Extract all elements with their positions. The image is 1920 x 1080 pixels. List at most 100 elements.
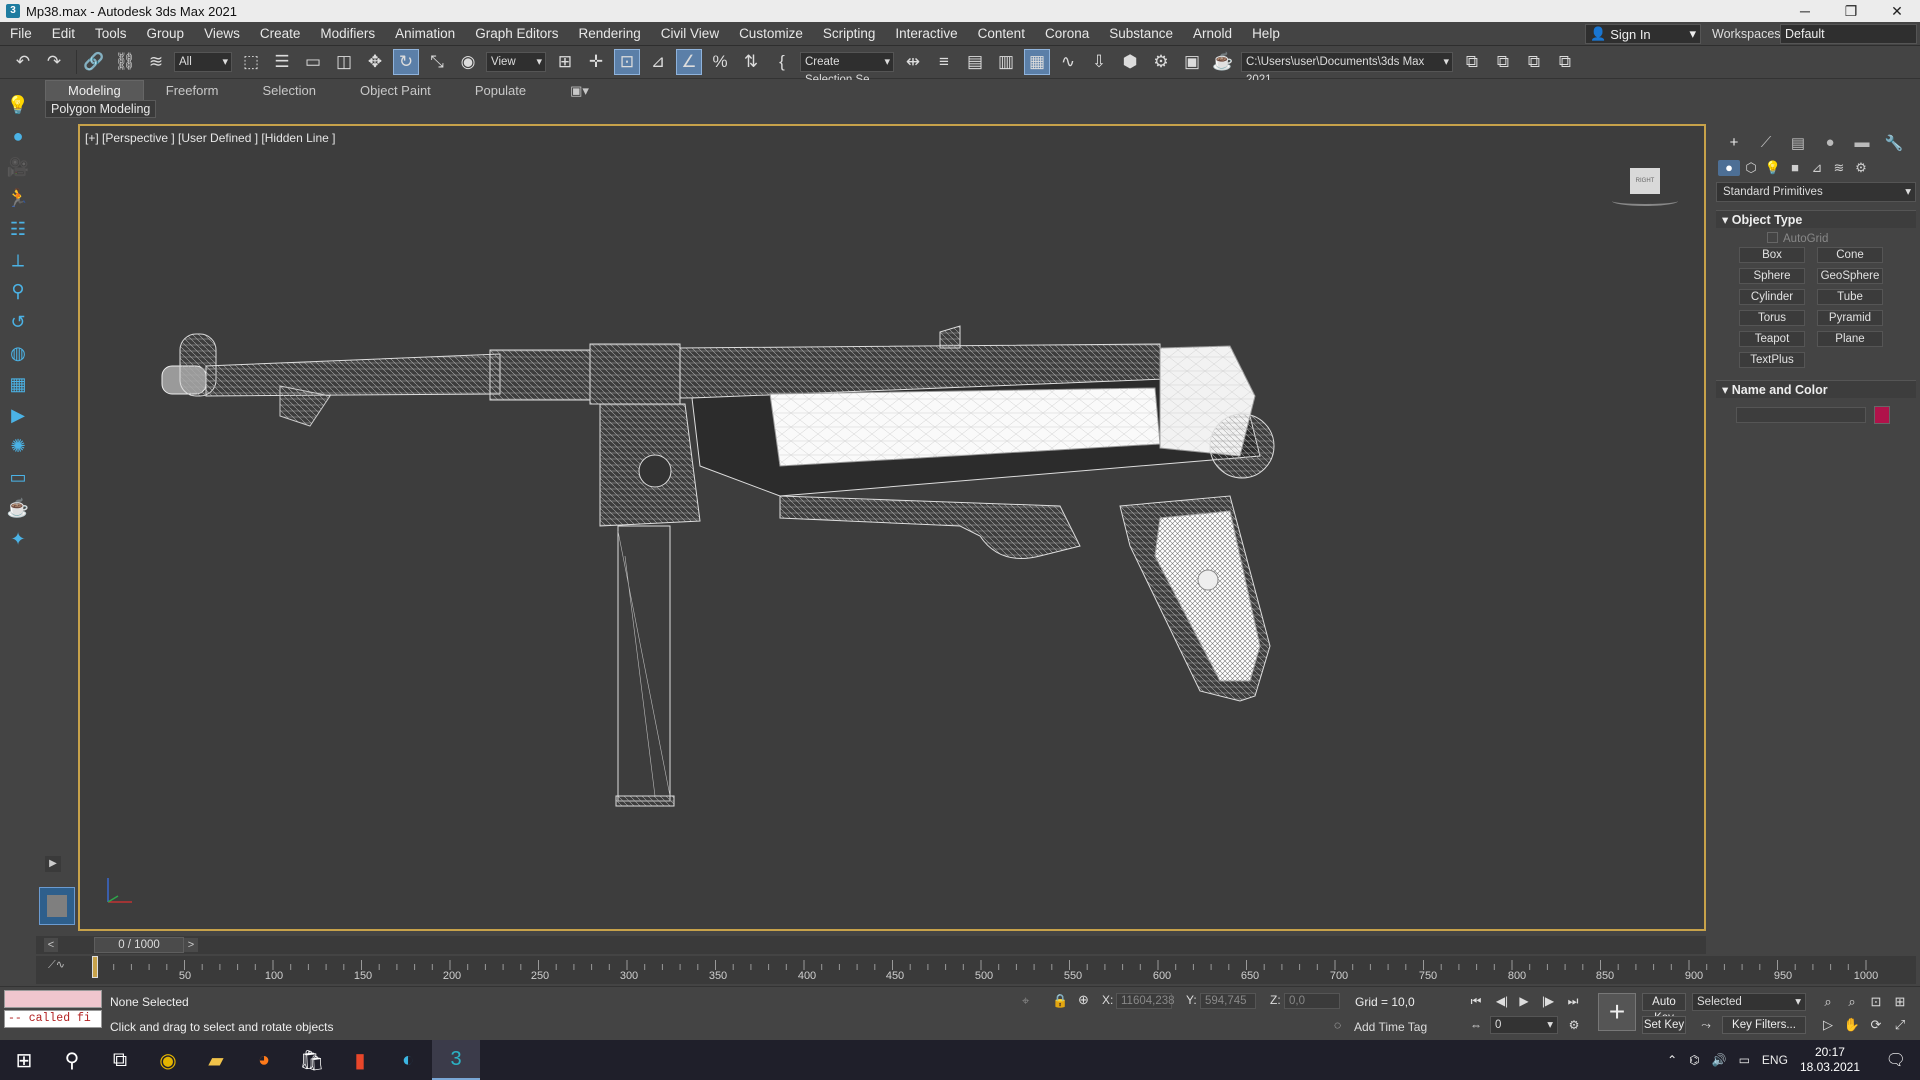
menu-rendering[interactable]: Rendering xyxy=(569,22,651,46)
camera-icon[interactable]: 🎥 xyxy=(4,153,32,181)
spinner-snap-icon[interactable]: ⇅ xyxy=(738,49,764,75)
prev-frame-arrow-icon[interactable]: < xyxy=(44,938,58,952)
geometry-icon[interactable]: ● xyxy=(1718,160,1740,176)
zoom-extents-all-icon[interactable]: ⊞ xyxy=(1890,993,1910,1011)
render-production-icon[interactable]: ☕ xyxy=(1210,49,1236,75)
select-move-icon[interactable]: ✥ xyxy=(362,49,388,75)
field-of-view-icon[interactable]: ▷ xyxy=(1818,1016,1838,1034)
absolute-mode-icon[interactable]: ⊕ xyxy=(1078,992,1089,1008)
teapot-button[interactable]: Teapot xyxy=(1739,331,1805,347)
angle-snap-icon[interactable]: ∠ xyxy=(676,49,702,75)
menu-customize[interactable]: Customize xyxy=(729,22,813,46)
edge-icon[interactable]: ◐ xyxy=(384,1040,432,1080)
next-frame-arrow-icon[interactable]: > xyxy=(184,938,198,952)
key-filters-button[interactable]: Key Filters... xyxy=(1722,1016,1806,1034)
lightbulb-icon[interactable]: 💡 xyxy=(4,91,32,119)
mirror-icon[interactable]: ⇹ xyxy=(900,49,926,75)
tray-chevron-up-icon[interactable]: ⌃ xyxy=(1667,1053,1677,1067)
perspective-viewport[interactable]: [+] [Perspective ] [User Defined ] [Hidd… xyxy=(78,124,1706,931)
sign-in-button[interactable]: 👤 Sign In ▾ xyxy=(1585,24,1701,44)
add-time-tag[interactable]: Add Time Tag xyxy=(1354,1020,1427,1034)
modify-tab-icon[interactable]: ⟋ xyxy=(1750,134,1782,152)
office-icon[interactable]: ▮ xyxy=(336,1040,384,1080)
menu-edit[interactable]: Edit xyxy=(42,22,85,46)
object-type-rollout[interactable]: Object Type xyxy=(1716,210,1916,228)
tab-selection[interactable]: Selection xyxy=(241,81,338,100)
list-icon[interactable]: ☷ xyxy=(4,215,32,243)
teapot-icon[interactable]: ☕ xyxy=(4,494,32,522)
snaps-toggle-icon[interactable]: ⊿ xyxy=(645,49,671,75)
go-to-end-icon[interactable]: ⏭ xyxy=(1563,992,1583,1010)
firefox-icon[interactable]: ◕ xyxy=(240,1040,288,1080)
project-folder-icon[interactable]: ⧉ xyxy=(1459,49,1485,75)
undo-icon[interactable]: ↶ xyxy=(10,49,36,75)
next-frame-icon[interactable]: |▶ xyxy=(1538,992,1558,1010)
systems-icon[interactable]: ⚙ xyxy=(1850,160,1872,176)
close-button[interactable]: ✕ xyxy=(1874,0,1920,22)
y-coordinate-field[interactable]: 594,745 xyxy=(1200,993,1256,1009)
render-setup-icon[interactable]: ⚙ xyxy=(1148,49,1174,75)
grid-icon[interactable]: ▦ xyxy=(4,370,32,398)
3ds-max-taskbar-icon[interactable]: 3 xyxy=(432,1040,480,1080)
project-settings-icon[interactable]: ⧉ xyxy=(1552,49,1578,75)
auto-key-button[interactable]: Auto Key xyxy=(1642,993,1686,1024)
menu-views[interactable]: Views xyxy=(194,22,250,46)
time-marker[interactable] xyxy=(92,956,98,978)
go-to-start-icon[interactable]: ⏮ xyxy=(1466,992,1486,1010)
bone-icon[interactable]: ⚲ xyxy=(4,277,32,305)
material-icon[interactable]: ◍ xyxy=(4,339,32,367)
unlink-icon[interactable]: ⛓ xyxy=(112,49,138,75)
pivot-center-icon[interactable]: ⊞ xyxy=(552,49,578,75)
selection-filter-dropdown[interactable]: All xyxy=(174,52,232,72)
isolate-icon[interactable]: ⌖ xyxy=(1022,993,1029,1009)
menu-substance[interactable]: Substance xyxy=(1099,22,1183,46)
file-explorer-icon[interactable]: ▰ xyxy=(192,1040,240,1080)
menu-corona[interactable]: Corona xyxy=(1035,22,1099,46)
store-icon[interactable]: 🛍 xyxy=(288,1040,336,1080)
name-and-color-rollout[interactable]: Name and Color xyxy=(1716,380,1916,398)
named-selection-dropdown[interactable]: Create Selection Se xyxy=(800,52,894,86)
cone-button[interactable]: Cone xyxy=(1817,247,1883,263)
select-scale-icon[interactable]: ⤡ xyxy=(424,49,450,75)
rendered-frame-window-icon[interactable]: ▣ xyxy=(1179,49,1205,75)
project-path-dropdown[interactable]: C:\Users\user\Documents\3ds Max 2021 xyxy=(1241,52,1453,86)
windows-start-icon[interactable]: ⊞ xyxy=(0,1040,48,1080)
menu-tools[interactable]: Tools xyxy=(85,22,137,46)
time-slider[interactable]: < 0 / 1000 > xyxy=(36,936,1706,954)
ribbon-toggle-icon[interactable]: ▦ xyxy=(1024,49,1050,75)
helpers-icon[interactable]: ⊿ xyxy=(1806,160,1828,176)
orbit-icon[interactable]: ⟳ xyxy=(1866,1016,1886,1034)
menu-interactive[interactable]: Interactive xyxy=(885,22,967,46)
maxscript-output[interactable]: -- called fi xyxy=(4,1010,102,1028)
menu-scripting[interactable]: Scripting xyxy=(813,22,886,46)
shapes-icon[interactable]: ⬡ xyxy=(1740,160,1762,176)
tube-button[interactable]: Tube xyxy=(1817,289,1883,305)
polygon-modeling-panel[interactable]: Polygon Modeling xyxy=(45,100,157,118)
select-object-icon[interactable]: ⬚ xyxy=(238,49,264,75)
maxscript-listener-input[interactable] xyxy=(4,990,102,1008)
placement-icon[interactable]: ◉ xyxy=(455,49,481,75)
redo-icon[interactable]: ↷ xyxy=(41,49,67,75)
display-tab-icon[interactable]: ▬ xyxy=(1846,134,1878,152)
character-icon[interactable]: 🏃 xyxy=(4,184,32,212)
menu-file[interactable]: File xyxy=(0,22,42,46)
light-icon[interactable]: ✦ xyxy=(4,525,32,553)
time-configuration-icon[interactable]: ⚙ xyxy=(1564,1016,1584,1034)
edit-named-selection-icon[interactable]: { xyxy=(769,49,795,75)
network-icon[interactable]: ⌬ xyxy=(1689,1053,1699,1067)
z-coordinate-field[interactable]: 0,0 xyxy=(1284,993,1340,1009)
particles-icon[interactable]: ✺ xyxy=(4,432,32,460)
project-set-icon[interactable]: ⧉ xyxy=(1490,49,1516,75)
current-frame-field[interactable]: 0 xyxy=(1490,1016,1558,1034)
menu-civil-view[interactable]: Civil View xyxy=(651,22,729,46)
menu-help[interactable]: Help xyxy=(1242,22,1290,46)
time-slider-thumb[interactable]: 0 / 1000 xyxy=(94,937,184,953)
language-indicator[interactable]: ENG xyxy=(1762,1053,1788,1067)
maximize-viewport-icon[interactable]: ⤢ xyxy=(1890,1016,1910,1034)
mp38-wireframe-model[interactable] xyxy=(80,126,1706,931)
menu-graph-editors[interactable]: Graph Editors xyxy=(465,22,568,46)
expand-panel-icon[interactable]: ▶ xyxy=(45,856,61,872)
hierarchy-tab-icon[interactable]: ▤ xyxy=(1782,134,1814,152)
notification-icon[interactable]: 🗨 xyxy=(1886,1050,1906,1070)
tab-freeform[interactable]: Freeform xyxy=(144,81,241,100)
